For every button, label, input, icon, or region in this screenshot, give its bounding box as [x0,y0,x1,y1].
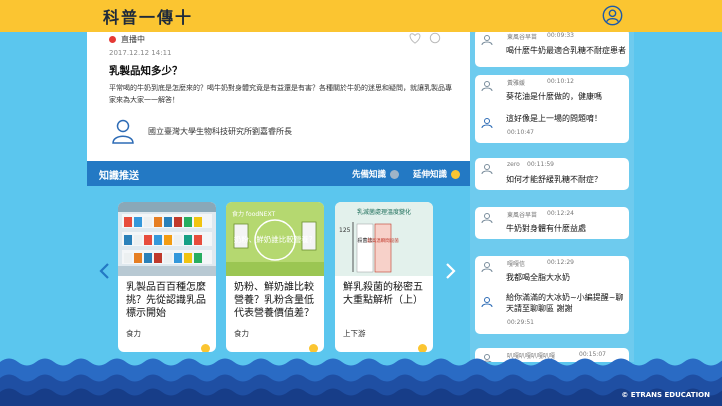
chat-message: 東風谷早苗 00:09:33 喝什麼牛奶最適合乳糖不耐症患者 [475,32,629,67]
chat-message: 嘎嘎信 00:12:29 我都喝全脂大水奶 給你滿滿的大冰奶~小編提醒~聊天請至… [475,256,629,334]
extended-knowledge-label: 延伸知識 [413,170,448,180]
chat-timestamp: 00:10:12 [547,78,574,85]
chat-reply-text: 給你滿滿的大冰奶~小編提醒~聊天請至聊聊區 謝謝 [506,293,624,313]
chat-reply-timestamp: 00:29:51 [507,319,534,326]
user-avatar-icon [481,35,493,46]
card-source: 上下游 [343,329,366,338]
chat-timestamp: 00:11:59 [527,161,554,168]
chat-message: 黃雅媛 00:10:12 葵花油是什麼做的，健康嗎 這好像是上一場的問題唷！ 0… [475,75,629,143]
wave-footer-decoration [0,358,722,406]
live-indicator: 直播中 [109,34,145,45]
chat-reply-text: 這好像是上一場的問題唷！ [506,114,602,123]
prior-knowledge-dot-icon [390,169,400,179]
chat-timestamp: 00:12:29 [547,259,574,266]
heart-icon[interactable] [408,32,422,44]
chat-message: 東風谷早苗 00:12:24 牛奶對身體有什麼益處 [475,207,629,239]
chat-username: 東風谷早苗 [507,212,538,219]
prior-knowledge-label: 先備知識 [352,170,387,180]
moderator-avatar-icon [481,118,493,129]
card-type-dot-icon [309,344,318,352]
live-label: 直播中 [121,35,145,44]
extended-knowledge-toggle[interactable]: 延伸知識 [413,168,461,180]
user-avatar-icon [481,213,493,224]
chat-username: 東風谷早苗 [507,34,538,41]
chat-timestamp: 00:09:33 [547,32,574,39]
card-thumbnail-dairy-shelf [118,202,216,276]
user-avatar-icon [481,81,493,92]
article-actions [408,32,442,44]
knowledge-push-title: 知識推送 [99,171,139,182]
card-thumbnail-milk-powder: 食力 foodNEXT 奶粉、鮮奶誰比較營養？ [226,202,324,276]
site-logo[interactable]: 科普一傳十 [103,4,193,28]
thumb-text: 奶粉、鮮奶誰比較營養？ [234,234,317,244]
live-dot-icon [109,36,116,43]
article-panel: 直播中 2017.12.12 14:11 乳製品知多少？ 平常喝的牛奶到底是怎麼… [87,32,470,161]
knowledge-card-1[interactable]: 乳製品百百種怎麼挑？先從認識乳品標示開始 食力 [118,202,216,352]
card-title: 奶粉、鮮奶誰比較營養？乳粉含量低代表營養價值差？ [234,282,314,319]
chat-text: 葵花油是什麼做的，健康嗎 [506,92,602,101]
article-description: 平常喝的牛奶到底是怎麼來的？喝牛奶對身體究竟是有益還是有害？各種關於牛奶的迷思和… [109,84,452,104]
thumb-brand: 食力 foodNEXT [232,210,275,218]
knowledge-push-bar: 知識推送 先備知識 延伸知識 [87,161,470,186]
article-date: 2017.12.12 14:11 [109,49,172,57]
article-title: 乳製品知多少？ [109,65,183,77]
chat-username: 嘎嘎信 [507,261,526,268]
user-avatar-icon [481,164,493,175]
card-thumbnail-sterilization-chart: 乳滅菌處理溫度變化 125 殺菌法 超高溫瞬間殺菌 [335,202,433,276]
thumb-axis: 125 [339,227,351,234]
card-type-dot-icon [201,344,210,352]
chat-text: 喝什麼牛奶最適合乳糖不耐症患者 [506,46,626,55]
chat-reply-timestamp: 00:10:47 [507,129,534,136]
card-source: 食力 [234,329,249,338]
chat-message: zero 00:11:59 如何才能舒緩乳糖不耐症？ [475,158,629,190]
carousel-next-icon[interactable] [445,262,457,280]
user-profile-icon[interactable] [602,5,623,26]
extended-knowledge-dot-icon [451,169,461,179]
chat-timestamp: 00:12:24 [547,210,574,217]
knowledge-card-3[interactable]: 乳滅菌處理溫度變化 125 殺菌法 超高溫瞬間殺菌 鮮乳殺菌的秘密五大重點解析（… [335,202,433,352]
chat-text: 如何才能舒緩乳糖不耐症？ [506,175,602,184]
card-type-dot-icon [418,344,427,352]
expert-avatar-icon [112,119,134,144]
chat-username: 黃雅媛 [507,80,526,87]
chat-username: zero [507,161,520,168]
card-source: 食力 [126,329,141,338]
card-title: 鮮乳殺菌的秘密五大重點解析（上） [343,282,423,306]
expert-info: 國立臺灣大學生物科技研究所劉嘉睿所長 [112,118,292,144]
share-icon[interactable] [428,32,442,44]
moderator-avatar-icon [481,297,493,308]
card-title: 乳製品百百種怎麼挑？先從認識乳品標示開始 [126,282,206,319]
chat-panel[interactable]: 東風谷早苗 00:09:33 喝什麼牛奶最適合乳糖不耐症患者 黃雅媛 00:10… [470,32,634,362]
chat-text: 牛奶對身體有什麼益處 [506,224,586,233]
copyright-text: © ETRANS EDUCATION [621,391,710,399]
chat-text: 我都喝全脂大水奶 [506,273,570,282]
carousel-prev-icon[interactable] [98,262,110,280]
expert-name: 國立臺灣大學生物科技研究所劉嘉睿所長 [148,126,292,136]
knowledge-card-2[interactable]: 食力 foodNEXT 奶粉、鮮奶誰比較營養？ 奶粉、鮮奶誰比較營養？乳粉含量低… [226,202,324,352]
top-header: 科普一傳十 [0,0,722,32]
user-avatar-icon [481,262,493,273]
thumb-col2: 超高溫瞬間殺菌 [367,237,399,244]
thumb-title: 乳滅菌處理溫度變化 [357,208,411,216]
prior-knowledge-toggle[interactable]: 先備知識 [352,168,400,180]
